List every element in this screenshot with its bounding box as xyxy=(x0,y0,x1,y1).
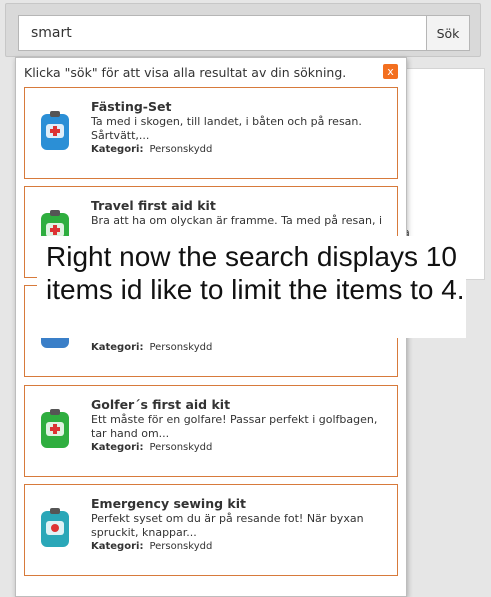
category-label: Kategori: xyxy=(91,144,144,155)
result-category: Kategori: Personskydd xyxy=(91,342,212,353)
result-item[interactable]: Fästing-Set Ta med i skogen, till landet… xyxy=(24,87,398,179)
category-value: Personskydd xyxy=(149,442,213,453)
close-icon[interactable]: x xyxy=(383,64,398,79)
sewing-kit-thumbnail xyxy=(41,508,69,547)
annotation-caption: Right now the search displays 10 items i… xyxy=(37,236,466,338)
category-value: Personskydd xyxy=(149,342,213,353)
result-category: Kategori: Personskydd xyxy=(91,442,212,453)
result-category: Kategori: Personskydd xyxy=(91,541,212,552)
result-title: Golfer´s first aid kit xyxy=(91,397,231,412)
result-title: Emergency sewing kit xyxy=(91,496,246,511)
search-hint: Klicka "sök" för att visa alla resultat … xyxy=(24,65,347,80)
result-description: Ett måste för en golfare! Passar perfekt… xyxy=(91,413,378,440)
result-item[interactable]: Golfer´s first aid kit Ett måste för en … xyxy=(24,385,398,477)
first-aid-kit-thumbnail xyxy=(41,409,69,448)
search-bar: Sök xyxy=(5,3,481,57)
category-label: Kategori: xyxy=(91,541,144,552)
result-description: Perfekt syset om du är på resande fot! N… xyxy=(91,512,364,539)
result-title: Fästing-Set xyxy=(91,99,172,114)
search-button[interactable]: Sök xyxy=(426,15,470,51)
search-input[interactable] xyxy=(18,15,427,51)
result-description: Ta med i skogen, till landet, i båten oc… xyxy=(91,115,362,142)
category-label: Kategori: xyxy=(91,442,144,453)
category-value: Personskydd xyxy=(149,541,213,552)
result-description: Bra att ha om olyckan är framme. Ta med … xyxy=(91,214,382,227)
result-category: Kategori: Personskydd xyxy=(91,144,212,155)
category-label: Kategori: xyxy=(91,342,144,353)
result-title: Travel first aid kit xyxy=(91,198,216,213)
category-value: Personskydd xyxy=(149,144,213,155)
result-item[interactable]: Emergency sewing kit Perfekt syset om du… xyxy=(24,484,398,576)
first-aid-kit-thumbnail xyxy=(41,111,69,150)
